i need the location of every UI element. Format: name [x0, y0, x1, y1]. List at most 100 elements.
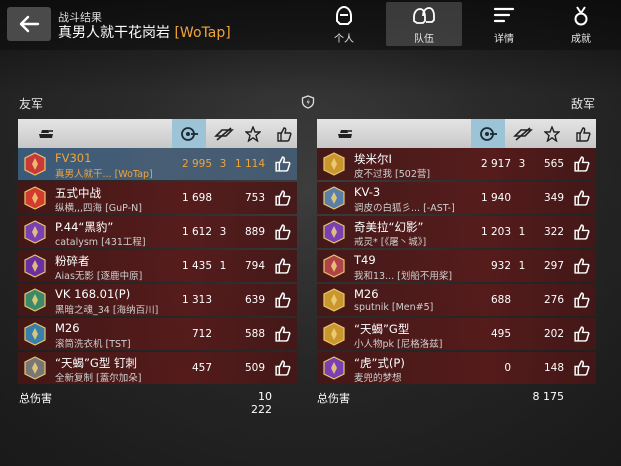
mastery-badge-icon	[323, 186, 345, 210]
player-name: 我和13... [划船不用桨]	[354, 271, 453, 282]
xp-value: 639	[244, 294, 265, 306]
mastery-badge-icon	[24, 152, 46, 176]
allies-total-value: 10 222	[251, 390, 272, 416]
damage-value: 2 995	[181, 158, 212, 170]
xp-value: 1 114	[234, 158, 265, 170]
mastery-badge-icon	[24, 322, 46, 346]
tab-details-label: 详情	[494, 34, 514, 45]
like-icon[interactable]	[573, 223, 590, 240]
xp-star-icon[interactable]	[243, 124, 263, 143]
kills-icon[interactable]	[513, 124, 533, 143]
xp-value: 889	[244, 226, 265, 238]
mastery-badge-icon	[24, 186, 46, 210]
tab-details[interactable]: 详情	[466, 2, 542, 46]
like-icon[interactable]	[573, 124, 593, 143]
kills-value: 1	[219, 260, 227, 272]
player-row[interactable]: T49 我和13... [划船不用桨] 932 1 297	[317, 250, 596, 282]
back-button[interactable]	[7, 7, 51, 41]
xp-value: 794	[244, 260, 265, 272]
xp-value: 588	[244, 328, 265, 340]
screen-title: 真男人就干花岗岩 [WoTap]	[58, 22, 231, 42]
tank-name: “天蝎”G型	[354, 322, 410, 336]
xp-value: 276	[543, 294, 564, 306]
like-icon[interactable]	[573, 155, 590, 172]
damage-value: 932	[490, 260, 511, 272]
damage-icon[interactable]	[478, 124, 498, 143]
player-row[interactable]: “天蝎”G型小人物pk [尼格洛兹] 495 202	[317, 318, 596, 350]
kills-value: 3	[219, 226, 227, 238]
enemies-list: 埃米尔I 皮不过我 [502营] 2 917 3 565 KV-3 调皮の白狐彡... [-…	[317, 148, 596, 384]
tab-team[interactable]: 队伍	[386, 2, 462, 46]
enemies-label: 敌军	[571, 97, 596, 111]
player-name: 真男人就干... [WoTap]	[55, 169, 153, 180]
enemies-total-value: 8 175	[532, 390, 565, 403]
tank-name: P.44“黑豹”	[55, 220, 114, 234]
tab-personal[interactable]: 个人	[306, 2, 382, 46]
tab-achievements-label: 成就	[571, 34, 591, 45]
xp-value: 565	[543, 158, 564, 170]
player-name: 调皮の白狐彡... [-AST-]	[354, 203, 455, 214]
like-icon[interactable]	[573, 359, 590, 376]
player-name: 戒灵* [《屠丶城》]	[354, 237, 427, 248]
damage-value: 688	[490, 294, 511, 306]
player-row[interactable]: KV-3 调皮の白狐彡... [-AST-] 1 940 349	[317, 182, 596, 214]
shield-lightning-icon	[301, 95, 315, 109]
tank-icon[interactable]	[36, 124, 56, 143]
player-row[interactable]: 埃米尔I 皮不过我 [502营] 2 917 3 565	[317, 148, 596, 180]
tank-icon[interactable]	[335, 124, 355, 143]
like-icon[interactable]	[274, 155, 291, 172]
kills-value: 3	[518, 158, 526, 170]
player-name: 全新复制 [蓋尔加朵]	[55, 373, 142, 384]
like-icon[interactable]	[274, 359, 291, 376]
damage-icon[interactable]	[179, 124, 199, 143]
player-row[interactable]: “虎”式(P) 麦兜的梦想 0 148	[317, 352, 596, 384]
like-icon[interactable]	[274, 325, 291, 342]
player-name: 皮不过我 [502营]	[354, 169, 431, 180]
like-icon[interactable]	[573, 257, 590, 274]
enemies-column-header	[317, 119, 596, 148]
player-row[interactable]: 奇美拉“幻影” 戒灵* [《屠丶城》] 1 203 1 322	[317, 216, 596, 248]
like-icon[interactable]	[274, 291, 291, 308]
player-name: 滚筒洗衣机 [TST]	[55, 339, 131, 350]
player-row[interactable]: “天蝎”G型 钉刺 全新复制 [蓋尔加朵] 457 509	[18, 352, 297, 384]
like-icon[interactable]	[573, 189, 590, 206]
damage-value: 495	[490, 328, 511, 340]
tank-name: “天蝎”G型 钉刺	[55, 356, 137, 370]
tank-name: 五式中战	[55, 186, 101, 200]
xp-star-icon[interactable]	[542, 124, 562, 143]
like-icon[interactable]	[274, 124, 294, 143]
helmet-icon	[336, 5, 352, 25]
like-icon[interactable]	[573, 325, 590, 342]
kills-icon[interactable]	[214, 124, 234, 143]
tab-achievements[interactable]: 成就	[543, 2, 619, 46]
mastery-badge-icon	[323, 220, 345, 244]
back-arrow-icon	[19, 15, 40, 33]
player-row[interactable]: VK 168.01(P) 黑暗之魂_34 [海纳百川] 1 313 639	[18, 284, 297, 316]
player-row[interactable]: FV301 真男人就干... [WoTap] 2 995 3 1 114	[18, 148, 297, 180]
player-row[interactable]: P.44“黑豹” catalysm [431工程] 1 612 3 889	[18, 216, 297, 248]
like-icon[interactable]	[274, 189, 291, 206]
mastery-badge-icon	[323, 254, 345, 278]
player-row[interactable]: 粉碎者 Aias无影 [逐鹿中原] 1 435 1 794	[18, 250, 297, 282]
xp-value: 753	[244, 192, 265, 204]
tank-name: “虎”式(P)	[354, 356, 405, 370]
player-name: 黑暗之魂_34 [海纳百川]	[55, 305, 159, 316]
like-icon[interactable]	[274, 257, 291, 274]
damage-value: 1 435	[181, 260, 212, 272]
damage-value: 712	[191, 328, 212, 340]
like-icon[interactable]	[274, 223, 291, 240]
player-row[interactable]: M26 sputnik [Men#5] 688 276	[317, 284, 596, 316]
player-row[interactable]: 五式中战 纵横,,,四海 [GuP-N] 1 698 753	[18, 182, 297, 214]
like-icon[interactable]	[573, 291, 590, 308]
kills-value: 3	[219, 158, 227, 170]
player-name: 小人物pk [尼格洛兹]	[354, 339, 443, 350]
player-name: 麦兜的梦想	[354, 373, 402, 384]
tank-name: M26	[354, 287, 379, 301]
allies-panel: FV301 真男人就干... [WoTap] 2 995 3 1 114 五式中战 纵横,,…	[18, 119, 297, 386]
xp-value: 202	[543, 328, 564, 340]
xp-value: 297	[543, 260, 564, 272]
team-icon	[413, 7, 435, 24]
tank-name: 粉碎者	[55, 254, 90, 268]
player-name: 纵横,,,四海 [GuP-N]	[55, 203, 142, 214]
player-row[interactable]: M26 滚筒洗衣机 [TST] 712 588	[18, 318, 297, 350]
